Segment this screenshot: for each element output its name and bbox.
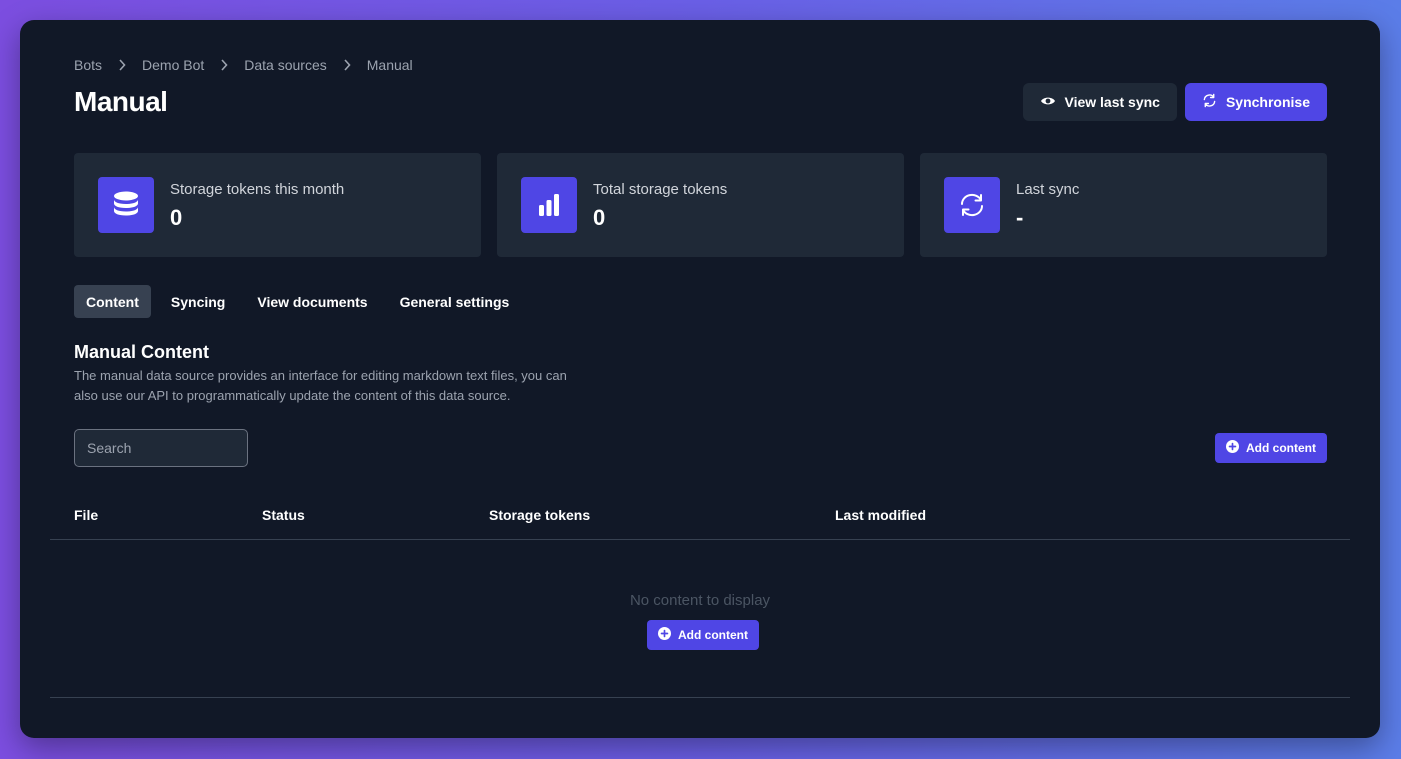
empty-state-add-content-button[interactable]: Add content [647,620,759,650]
stats-row: Storage tokens this month 0 Total storag… [74,153,1327,257]
page-title: Manual [74,86,168,117]
breadcrumb-item-bots[interactable]: Bots [74,57,102,73]
stat-label: Storage tokens this month [170,181,345,198]
chevron-right-icon [220,59,228,71]
tab-bar: Content Syncing View documents General s… [74,285,521,318]
view-last-sync-button[interactable]: View last sync [1022,83,1177,121]
column-header-status[interactable]: Status [262,507,305,523]
stat-value: 0 [593,205,606,230]
eye-icon [1040,94,1056,110]
refresh-icon [1202,93,1217,111]
synchronise-button[interactable]: Synchronise [1184,83,1327,121]
table-header: File Status Storage tokens Last modified [50,504,1350,540]
empty-state-text: No content to display [629,592,771,609]
stat-card-last-sync: Last sync - [920,153,1327,257]
synchronise-label: Synchronise [1225,94,1310,110]
stat-value: - [1016,205,1024,230]
breadcrumb: Bots Demo Bot Data sources Manual [74,57,413,73]
breadcrumb-item-demo-bot[interactable]: Demo Bot [142,57,204,73]
bar-chart-icon [521,177,577,233]
tab-general-settings[interactable]: General settings [388,285,522,318]
stat-label: Total storage tokens [593,181,728,198]
plus-circle-icon [1226,440,1239,456]
stat-card-storage-tokens-month: Storage tokens this month 0 [74,153,481,257]
stat-card-total-storage-tokens: Total storage tokens 0 [497,153,904,257]
breadcrumb-item-data-sources[interactable]: Data sources [244,57,326,73]
section-title: Manual Content [74,342,209,362]
breadcrumb-item-manual: Manual [366,57,413,73]
search-input[interactable] [74,429,248,467]
database-icon [98,177,154,233]
stat-label: Last sync [1016,181,1080,198]
section-description: The manual data source provides an inter… [74,368,567,403]
plus-circle-icon [658,627,671,643]
add-content-button[interactable]: Add content [1215,433,1327,463]
chevron-right-icon [343,59,351,71]
view-last-sync-label: View last sync [1064,94,1160,110]
tab-syncing[interactable]: Syncing [159,285,237,318]
chevron-right-icon [118,59,126,71]
tab-view-documents[interactable]: View documents [245,285,379,318]
column-header-file[interactable]: File [74,507,98,523]
add-content-label: Add content [678,628,748,642]
column-header-last-modified[interactable]: Last modified [835,507,926,523]
tab-content[interactable]: Content [74,285,151,318]
header-actions: View last sync Synchronise [1022,83,1327,121]
column-header-storage-tokens[interactable]: Storage tokens [489,507,590,523]
stat-value: 0 [170,205,183,230]
sync-icon [944,177,1000,233]
add-content-label: Add content [1246,441,1316,455]
app-window: Bots Demo Bot Data sources Manual Manual… [20,20,1380,738]
table-bottom-divider [50,697,1350,698]
